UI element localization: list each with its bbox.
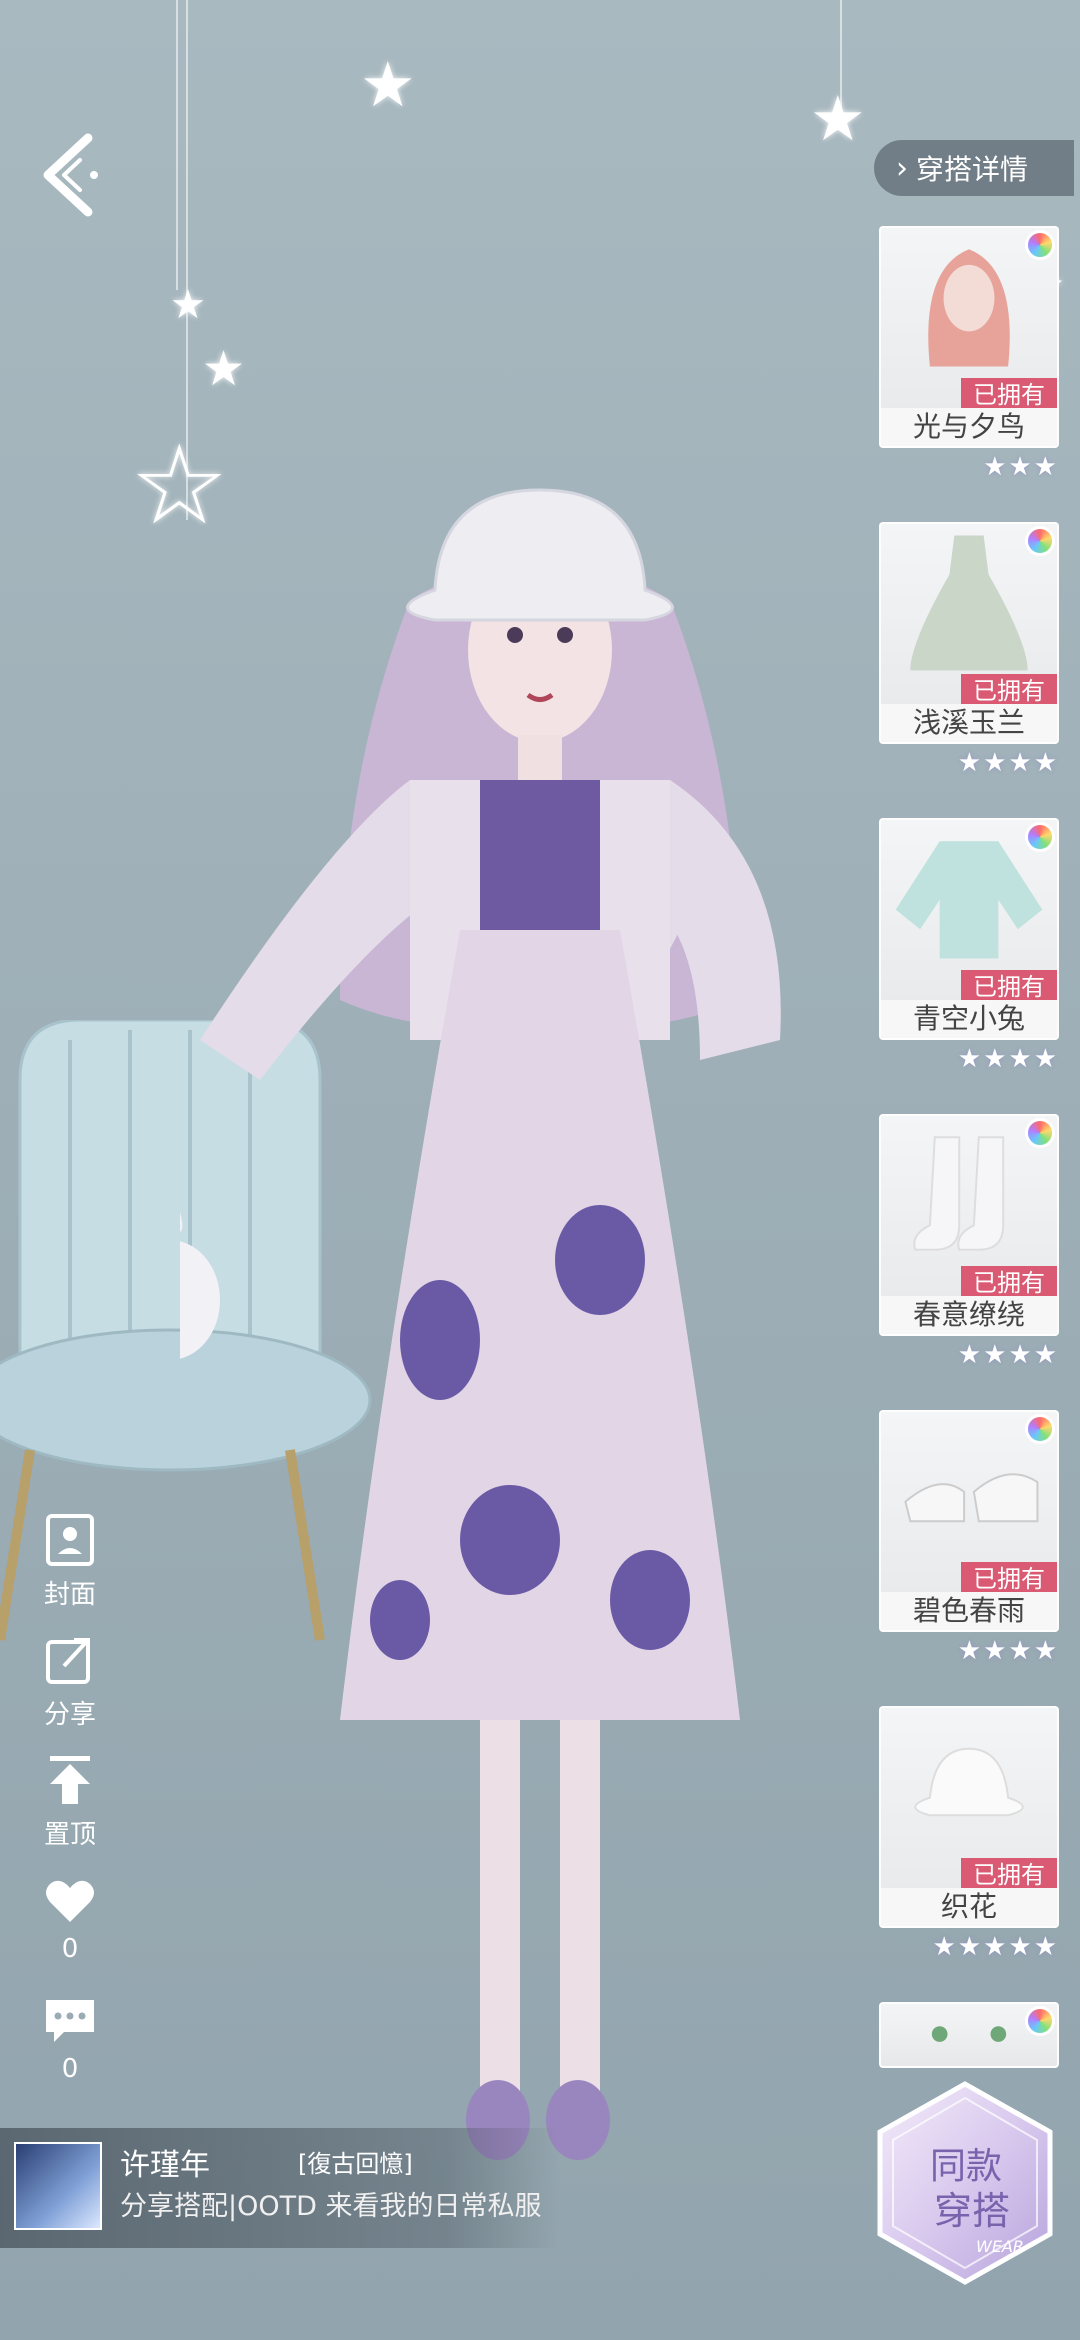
hexagon-badge-icon: 同款 穿搭 WEAR	[877, 2081, 1053, 2285]
username[interactable]: 许瑾年	[120, 2140, 210, 2184]
item-card-hair[interactable]: 已拥有 光与夕鸟	[879, 226, 1059, 448]
avatar[interactable]	[14, 2142, 102, 2230]
item-rating: ★★★★	[957, 1636, 1059, 1666]
item-rating: ★★★★	[957, 1044, 1059, 1074]
item-rating: ★★★★	[957, 748, 1059, 778]
item-name: 浅溪玉兰	[881, 704, 1057, 742]
chevron-right-icon: ›	[896, 150, 908, 186]
like-button[interactable]: 0	[30, 1872, 110, 1964]
owned-badge: 已拥有	[961, 970, 1057, 1004]
item-rating: ★★★	[983, 452, 1059, 482]
comment-icon	[46, 2000, 94, 2042]
owned-badge: 已拥有	[961, 674, 1057, 708]
item-name: 春意缭绕	[881, 1296, 1057, 1334]
back-arrow-icon[interactable]	[36, 130, 106, 220]
item-card-coat[interactable]: 已拥有 青空小兔	[879, 818, 1059, 1040]
star-string	[176, 0, 178, 290]
item-rating: ★★★★★	[932, 1932, 1059, 1962]
pin-to-top-label: 置顶	[43, 1820, 96, 1850]
character-model-image	[180, 488, 781, 2160]
star-decoration: ★	[170, 282, 206, 328]
post-tag: [復古回憶]	[298, 2150, 413, 2178]
share-button[interactable]: 分享	[30, 1632, 110, 1731]
post-text: 分享搭配|OOTD 来看我的日常私服	[120, 2191, 542, 2222]
same-outfit-button[interactable]: 同款 穿搭 WEAR	[872, 2078, 1058, 2288]
owned-badge: 已拥有	[961, 378, 1057, 412]
comment-button[interactable]: 0	[30, 1992, 110, 2084]
dye-color-icon	[1025, 526, 1055, 556]
owned-badge: 已拥有	[961, 1858, 1057, 1892]
portrait-icon	[46, 1514, 94, 1566]
star-decoration: ★	[810, 82, 866, 155]
item-name: 光与夕鸟	[881, 408, 1057, 446]
post-info-bar: 许瑾年 [復古回憶] 分享搭配|OOTD 来看我的日常私服	[0, 2128, 560, 2248]
outfit-details-label: 穿搭详情	[916, 153, 1029, 186]
owned-badge: 已拥有	[961, 1266, 1057, 1300]
hat-item-image	[914, 1747, 1024, 1817]
comment-count: 0	[61, 2054, 79, 2084]
item-card-hat[interactable]: 已拥有 织花	[879, 1706, 1059, 1928]
share-label: 分享	[43, 1700, 96, 1730]
outfit-details-button[interactable]: › 穿搭详情	[874, 140, 1074, 196]
star-decoration: ★	[202, 341, 246, 397]
heart-icon	[46, 1880, 94, 1922]
item-card-socks[interactable]: 已拥有 春意缭绕	[879, 1114, 1059, 1336]
same-outfit-line1: 同款	[930, 2146, 1002, 2187]
dye-color-icon	[1025, 822, 1055, 852]
item-card-earrings[interactable]	[879, 2002, 1059, 2068]
same-outfit-line2: 穿搭	[934, 2189, 1010, 2233]
like-count: 0	[61, 1934, 79, 1964]
item-name: 织花	[881, 1888, 1057, 1926]
item-rating: ★★★★	[957, 1340, 1059, 1370]
item-name: 青空小兔	[881, 1000, 1057, 1038]
item-card-shoes[interactable]: 已拥有 碧色春雨	[879, 1410, 1059, 1632]
dye-color-icon	[1025, 2006, 1055, 2036]
cover-button[interactable]: 封面	[30, 1512, 110, 1611]
item-name: 碧色春雨	[881, 1592, 1057, 1630]
pin-to-top-button[interactable]: 置顶	[30, 1752, 110, 1851]
star-decoration: ★	[360, 48, 416, 121]
dye-color-icon	[1025, 1414, 1055, 1444]
dye-color-icon	[1025, 1118, 1055, 1148]
cover-label: 封面	[43, 1580, 96, 1610]
item-card-dress[interactable]: 已拥有 浅溪玉兰	[879, 522, 1059, 744]
same-outfit-sub: WEAR	[976, 2237, 1024, 2256]
share-icon	[46, 1638, 90, 1684]
owned-badge: 已拥有	[961, 1562, 1057, 1596]
pin-top-icon	[50, 1756, 90, 1804]
dye-color-icon	[1025, 230, 1055, 260]
